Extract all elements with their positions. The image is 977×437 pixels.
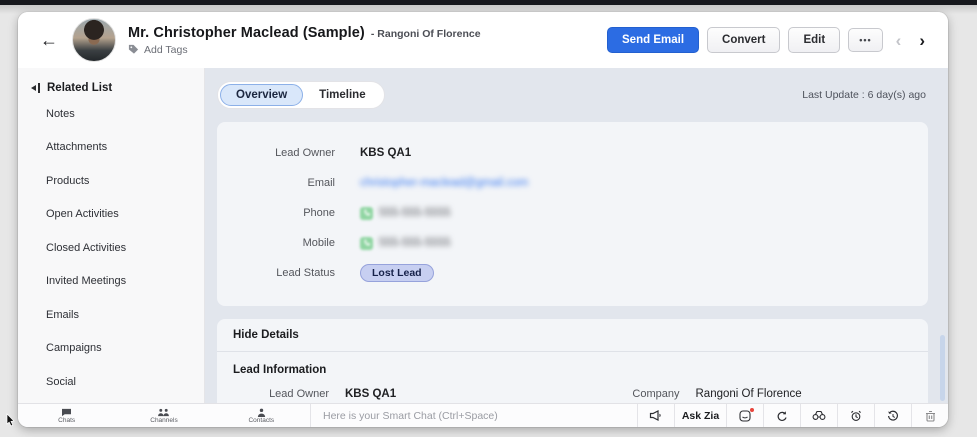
collapse-sidebar-icon[interactable] <box>31 83 40 93</box>
last-update-text: Last Update : 6 day(s) ago <box>802 89 934 101</box>
related-list-title: Related List <box>18 82 204 98</box>
send-email-button[interactable]: Send Email <box>607 27 699 53</box>
main-scrollbar[interactable] <box>940 335 945 401</box>
phone-icon[interactable] <box>360 207 373 220</box>
summary-row-phone: Phone 555-555-5555 <box>217 198 928 228</box>
previous-record-icon[interactable]: ‹ <box>891 32 907 49</box>
channels-button[interactable]: Channels <box>115 404 212 427</box>
phone-icon[interactable] <box>360 237 373 250</box>
lead-phone-value[interactable]: 555-555-5555 <box>379 207 451 219</box>
detail-row-lead-owner: Lead Owner KBS QA1 <box>217 380 568 403</box>
edit-button[interactable]: Edit <box>788 27 840 53</box>
emoji-icon <box>739 410 751 422</box>
channels-people-icon <box>157 408 170 417</box>
lead-mobile-value[interactable]: 555-555-5555 <box>379 237 451 249</box>
tab-timeline[interactable]: Timeline <box>303 84 381 106</box>
summary-row-email: Email christopher-maclead@gmail.com <box>217 168 928 198</box>
sidebar-item-invited-meetings[interactable]: Invited Meetings <box>18 265 204 298</box>
add-tags[interactable]: Add Tags <box>128 44 481 56</box>
zia-search-button[interactable] <box>800 404 837 427</box>
lead-main-content: Overview Timeline Last Update : 6 day(s)… <box>205 68 948 403</box>
hide-details-toggle[interactable]: Hide Details <box>217 319 928 352</box>
header-actions: Send Email Convert Edit ••• ‹ › <box>607 27 930 53</box>
emoji-feedback-button[interactable] <box>726 404 763 427</box>
smart-chat-input[interactable]: Here is your Smart Chat (Ctrl+Space) <box>310 404 637 427</box>
lead-details-card: Hide Details Lead Information Lead Owner… <box>217 319 928 403</box>
recycle-bin-button[interactable] <box>911 404 948 427</box>
bottom-toolbar: Chats Channels Contacts Here is your Sma… <box>18 403 948 427</box>
sidebar-item-social[interactable]: Social <box>18 366 204 399</box>
sidebar-item-notes[interactable]: Notes <box>18 98 204 131</box>
tag-icon <box>128 44 139 55</box>
tabs-row: Overview Timeline Last Update : 6 day(s)… <box>217 81 934 109</box>
alarm-icon <box>850 410 862 422</box>
next-record-icon[interactable]: › <box>914 32 930 49</box>
history-icon <box>887 410 899 422</box>
sidebar-item-attachments[interactable]: Attachments <box>18 131 204 164</box>
contacts-button[interactable]: Contacts <box>213 404 310 427</box>
back-icon[interactable]: ← <box>40 31 58 49</box>
chat-bubble-icon <box>61 408 72 417</box>
lead-status-badge[interactable]: Lost Lead <box>360 264 434 282</box>
summary-row-lead-status: Lead Status Lost Lead <box>217 258 928 288</box>
recent-items-button[interactable] <box>874 404 911 427</box>
detail-lead-owner-value: KBS QA1 <box>345 388 396 400</box>
mouse-cursor <box>6 413 16 427</box>
contact-person-icon <box>257 408 266 417</box>
add-tags-label: Add Tags <box>144 44 188 56</box>
sidebar-item-emails[interactable]: Emails <box>18 299 204 332</box>
lead-information-title: Lead Information <box>217 352 928 380</box>
sidebar-item-open-activities[interactable]: Open Activities <box>18 198 204 231</box>
lead-summary-card: Lead Owner KBS QA1 Email christopher-mac… <box>217 122 928 306</box>
convert-button[interactable]: Convert <box>707 27 780 53</box>
summary-row-mobile: Mobile 555-555-5555 <box>217 228 928 258</box>
lead-name: Mr. Christopher Maclead (Sample) <box>128 25 365 41</box>
sidebar-item-closed-activities[interactable]: Closed Activities <box>18 232 204 265</box>
detail-company-value: Rangoni Of Florence <box>696 388 802 400</box>
crm-lead-window: ← Mr. Christopher Maclead (Sample) - Ran… <box>18 12 948 427</box>
sidebar-item-campaigns[interactable]: Campaigns <box>18 332 204 365</box>
sidebar-item-products[interactable]: Products <box>18 165 204 198</box>
lead-avatar[interactable] <box>72 18 116 62</box>
lead-company: - Rangoni Of Florence <box>371 28 481 40</box>
tab-overview[interactable]: Overview <box>220 84 303 106</box>
reminders-button[interactable] <box>837 404 874 427</box>
lead-owner-value: KBS QA1 <box>360 147 411 159</box>
megaphone-icon <box>649 410 663 421</box>
chats-button[interactable]: Chats <box>18 404 115 427</box>
related-list-sidebar: Related List Notes Attachments Products … <box>18 68 205 403</box>
lead-header: ← Mr. Christopher Maclead (Sample) - Ran… <box>18 12 948 68</box>
sync-button[interactable] <box>763 404 800 427</box>
binoculars-icon <box>812 410 826 421</box>
summary-row-lead-owner: Lead Owner KBS QA1 <box>217 138 928 168</box>
more-actions-button[interactable]: ••• <box>848 28 882 52</box>
lead-email-link[interactable]: christopher-maclead@gmail.com <box>360 177 528 189</box>
announcements-button[interactable] <box>637 404 674 427</box>
detail-row-company: Company Rangoni Of Florence <box>568 380 919 403</box>
lead-information-grid: Lead Owner KBS QA1 Title VP Accounting P… <box>217 380 928 403</box>
lead-title-block: Mr. Christopher Maclead (Sample) - Rango… <box>128 25 481 56</box>
notification-dot <box>750 408 754 412</box>
view-tabs: Overview Timeline <box>217 81 385 109</box>
sync-loop-icon <box>776 410 788 422</box>
ask-zia-button[interactable]: Ask Zia <box>674 404 726 427</box>
trash-icon <box>925 410 936 422</box>
